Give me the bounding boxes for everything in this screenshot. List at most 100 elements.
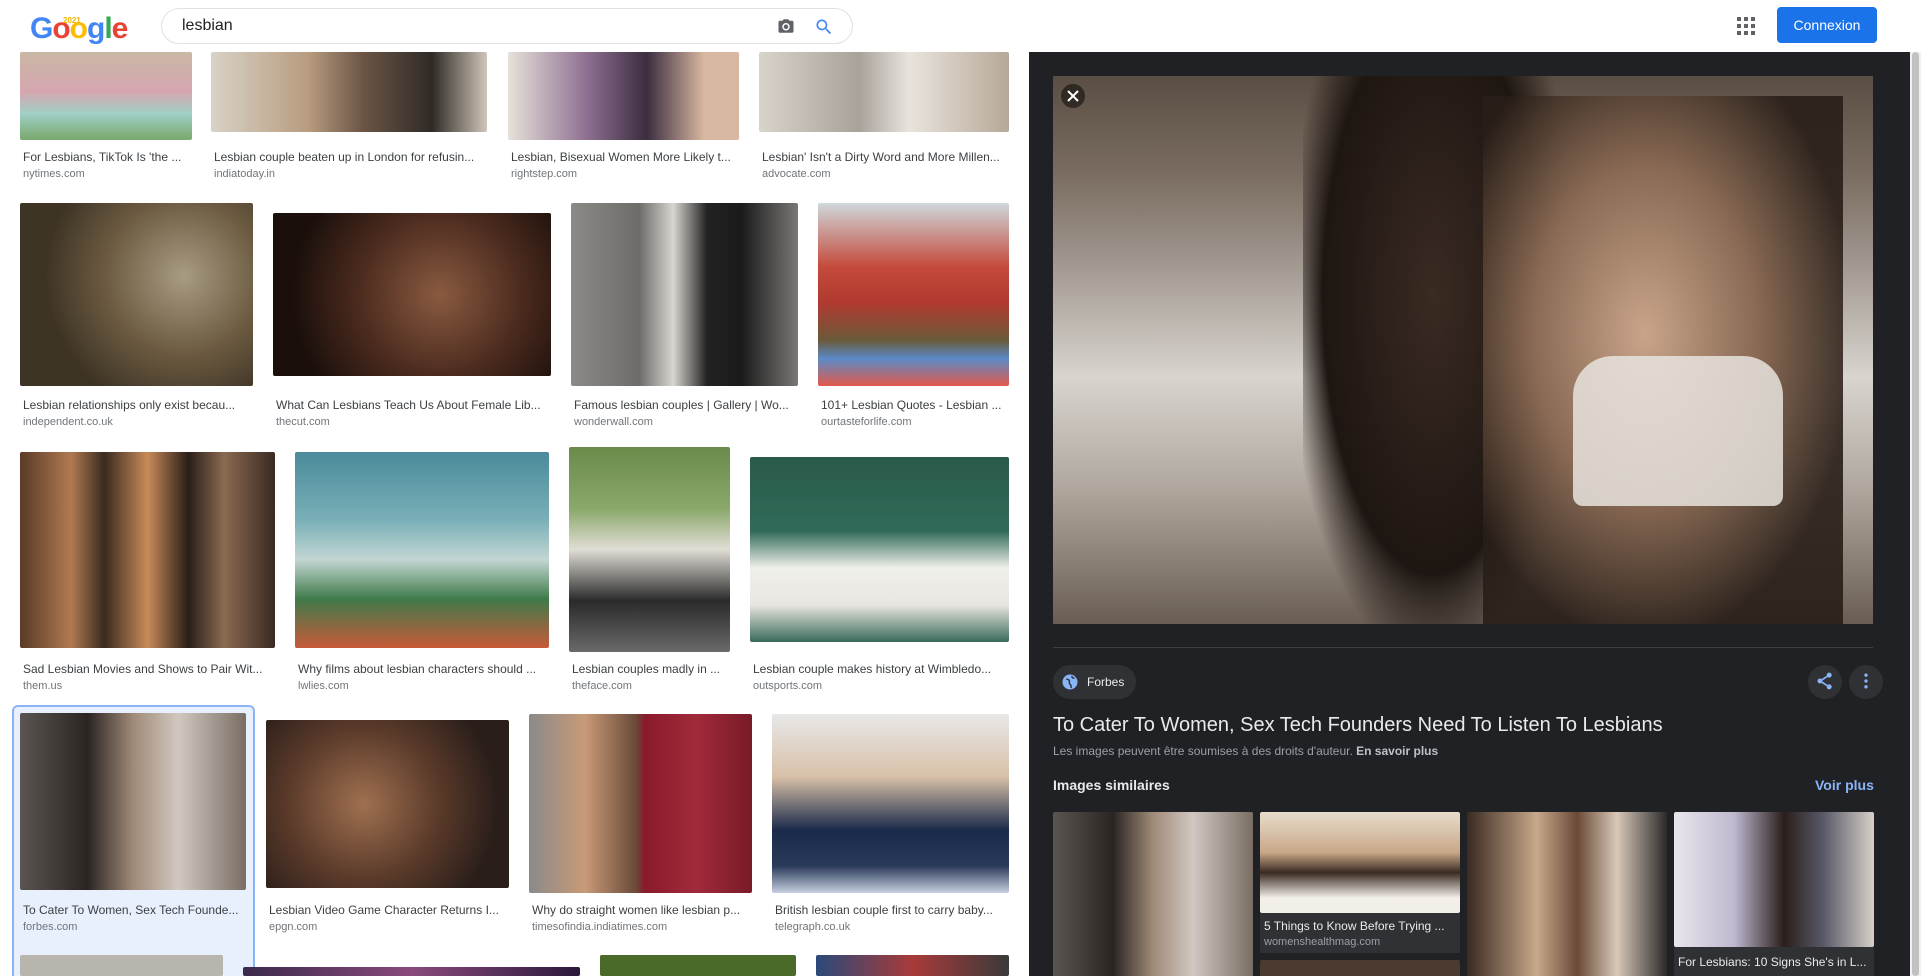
result-tile[interactable]: Lesbian couples madly in ... theface.com [569, 447, 730, 747]
result-tile[interactable]: Lesbian couple beaten up in London for r… [211, 52, 487, 184]
result-thumbnail [818, 203, 1009, 386]
result-source: them.us [23, 680, 63, 692]
result-tile[interactable]: Lesbian couple makes history at Wimbledo… [750, 457, 1009, 747]
result-source: thecut.com [276, 416, 330, 428]
result-tile [20, 955, 223, 976]
result-tile-selected[interactable]: To Cater To Women, Sex Tech Founde... fo… [12, 705, 255, 976]
similar-caption: For Lesbians: 10 Signs She's in L... [1678, 955, 1867, 969]
image-results-grid: For Lesbians, TikTok Is 'the ... nytimes… [0, 52, 1029, 976]
result-tile [243, 967, 580, 976]
share-button[interactable] [1808, 665, 1842, 699]
panel-divider [1053, 647, 1873, 648]
result-thumbnail [20, 713, 246, 890]
result-thumbnail [266, 720, 509, 888]
learn-more-link[interactable]: En savoir plus [1356, 744, 1438, 758]
similar-caption-box[interactable]: For Lesbians: 10 Signs She's in L... [1674, 947, 1874, 976]
signin-button[interactable]: Connexion [1777, 7, 1877, 43]
page-scrollbar[interactable] [1910, 52, 1921, 976]
result-thumbnail [600, 955, 796, 976]
preview-panel: Forbes To Cater To Women, Sex Tech Found… [1029, 52, 1910, 976]
more-options-button[interactable] [1849, 665, 1883, 699]
result-title: Lesbian couple beaten up in London for r… [214, 150, 475, 164]
result-title: Why films about lesbian characters shoul… [298, 662, 537, 676]
scrollbar-thumb[interactable] [1912, 52, 1919, 976]
result-source: telegraph.co.uk [775, 921, 851, 933]
search-icon[interactable] [814, 17, 834, 37]
result-tile[interactable]: What Can Lesbians Teach Us About Female … [273, 213, 551, 479]
result-thumbnail [772, 714, 1009, 893]
result-source: advocate.com [762, 168, 831, 180]
similar-image[interactable] [1674, 812, 1874, 947]
apps-grid-icon[interactable] [1734, 14, 1758, 38]
result-source: theface.com [572, 680, 632, 692]
result-tile[interactable]: For Lesbians, TikTok Is 'the ... nytimes… [20, 52, 192, 184]
result-thumbnail [750, 457, 1009, 642]
result-tile[interactable]: Lesbian Video Game Character Returns I..… [266, 720, 509, 976]
search-input[interactable] [182, 16, 742, 36]
doodle-year: 2021 [63, 16, 81, 25]
close-button[interactable] [1061, 84, 1085, 108]
result-source: ourtasteforlife.com [821, 416, 912, 428]
result-source: rightstep.com [511, 168, 578, 180]
result-tile[interactable]: Lesbian' Isn't a Dirty Word and More Mil… [759, 52, 1009, 184]
source-chip[interactable]: Forbes [1053, 665, 1136, 699]
google-logo[interactable]: Google 2021 [30, 12, 128, 45]
similar-image[interactable] [1260, 812, 1460, 913]
similar-image[interactable] [1053, 812, 1253, 976]
result-source: outsports.com [753, 680, 823, 692]
share-icon [1817, 672, 1832, 689]
result-title: 101+ Lesbian Quotes - Lesbian ... [821, 398, 1002, 412]
result-thumbnail [508, 52, 739, 140]
result-thumbnail [243, 967, 580, 976]
result-tile[interactable]: Why do straight women like lesbian p... … [529, 714, 752, 976]
result-title: Why do straight women like lesbian p... [532, 903, 741, 917]
similar-images-heading: Images similaires [1053, 777, 1170, 793]
result-tile[interactable]: Lesbian, Bisexual Women More Likely t...… [508, 52, 739, 184]
result-tile[interactable]: Why films about lesbian characters shoul… [295, 452, 549, 747]
result-tile[interactable]: Lesbian relationships only exist becau..… [20, 203, 253, 479]
result-title: Lesbian Video Game Character Returns I..… [269, 903, 499, 917]
result-title: Lesbian couple makes history at Wimbledo… [753, 662, 992, 676]
result-tile[interactable]: British lesbian couple first to carry ba… [772, 714, 1009, 976]
result-thumbnail [211, 52, 487, 132]
camera-icon[interactable] [776, 17, 796, 35]
see-more-link[interactable]: Voir plus [1815, 777, 1874, 793]
preview-title[interactable]: To Cater To Women, Sex Tech Founders Nee… [1053, 714, 1663, 737]
result-source: epgn.com [269, 921, 318, 933]
result-tile [816, 955, 1009, 976]
top-bar: Google 2021 Connexion [0, 0, 1921, 52]
similar-image[interactable] [1467, 812, 1667, 976]
result-thumbnail [273, 213, 551, 376]
result-title: For Lesbians, TikTok Is 'the ... [23, 150, 182, 164]
result-tile[interactable]: 101+ Lesbian Quotes - Lesbian ... ourtas… [818, 203, 1009, 479]
result-source: wonderwall.com [574, 416, 653, 428]
similar-caption: 5 Things to Know Before Trying ... [1264, 919, 1445, 933]
similar-image[interactable] [1260, 960, 1460, 976]
result-tile[interactable]: Sad Lesbian Movies and Shows to Pair Wit… [20, 452, 275, 747]
result-source: forbes.com [23, 921, 78, 933]
result-thumbnail [20, 52, 192, 140]
result-tile[interactable]: Famous lesbian couples | Gallery | Wo...… [571, 203, 798, 479]
result-title: Lesbian relationships only exist becau..… [23, 398, 236, 412]
copyright-text: Les images peuvent être soumises à des d… [1053, 744, 1353, 758]
similar-caption-box[interactable]: 5 Things to Know Before Trying ... women… [1260, 913, 1460, 953]
preview-image[interactable] [1053, 76, 1873, 624]
result-thumbnail [20, 452, 275, 648]
result-title: Famous lesbian couples | Gallery | Wo... [574, 398, 789, 412]
result-thumbnail [20, 203, 253, 386]
result-thumbnail [529, 714, 752, 893]
result-thumbnail [571, 203, 798, 386]
close-icon [1067, 90, 1079, 102]
similar-source: womenshealthmag.com [1264, 936, 1381, 948]
result-title: Lesbian, Bisexual Women More Likely t... [511, 150, 731, 164]
result-source: independent.co.uk [23, 416, 113, 428]
more-vert-icon [1864, 673, 1868, 688]
result-tile [600, 955, 796, 976]
logo-letter-g2: g [87, 12, 105, 45]
source-chip-label: Forbes [1087, 675, 1125, 689]
result-source: indiatoday.in [214, 168, 275, 180]
globe-icon [1062, 674, 1078, 690]
preview-top-garment [1573, 356, 1783, 506]
result-title: Sad Lesbian Movies and Shows to Pair Wit… [23, 662, 263, 676]
result-source: timesofindia.indiatimes.com [532, 921, 668, 933]
